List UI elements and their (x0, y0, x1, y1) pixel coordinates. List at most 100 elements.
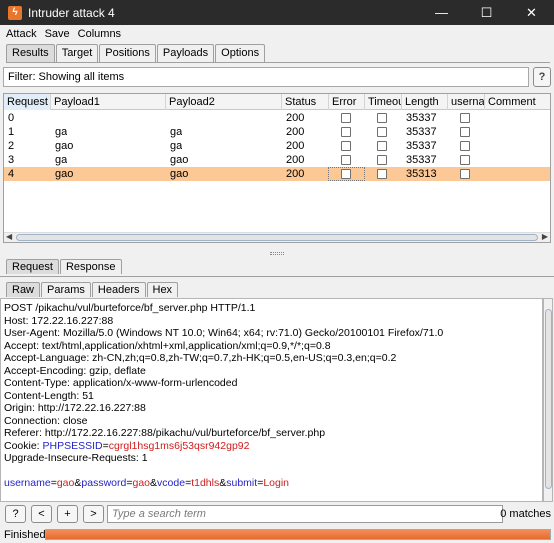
column-length[interactable]: Length (402, 94, 448, 110)
cell-payload2: gao (170, 154, 189, 166)
menu-columns[interactable]: Columns (78, 28, 121, 40)
cell-payload2: gao (170, 168, 189, 180)
column-error[interactable]: Error (329, 94, 365, 110)
timeout-checkbox (377, 113, 387, 123)
cell-payload1: ga (55, 154, 68, 166)
cell-length: 35337 (406, 154, 437, 166)
menu-save[interactable]: Save (45, 28, 70, 40)
cell-status: 200 (286, 112, 305, 124)
body-line: username=gao&password=gao&vcode=t1dhls&s… (4, 477, 290, 489)
tab-positions[interactable]: Positions (99, 44, 156, 62)
request-line: Accept: text/html,application/xhtml+xml,… (4, 339, 331, 352)
cell-payload1: ga (55, 126, 68, 138)
filter-help-button[interactable]: ? (533, 67, 551, 87)
view-tabs: Raw Params Headers Hex (6, 282, 179, 297)
tab-target[interactable]: Target (55, 44, 99, 62)
raw-request-editor[interactable]: POST /pikachu/vul/burteforce/bf_server.p… (0, 298, 543, 502)
scrollbar-thumb[interactable] (545, 309, 552, 489)
table-row[interactable]: 2 gao ga 200 35337 (4, 139, 550, 153)
timeout-checkbox (377, 169, 387, 179)
table-row-selected[interactable]: 4 gao gao 200 35313 (4, 167, 550, 181)
cookie-name: PHPSESSID (42, 439, 103, 452)
error-checkbox (341, 113, 351, 123)
table-header: Request ▲ Payload1 Payload2 Status Error… (4, 94, 550, 110)
cell-payload1 (51, 111, 55, 125)
column-payload1[interactable]: Payload1 (51, 94, 166, 110)
editor-vertical-scrollbar[interactable] (543, 298, 553, 502)
status-text: Finished (4, 529, 46, 541)
cookie-value: cgrgl1hsg1ms6j53qsr942gp92 (108, 439, 250, 452)
error-checkbox (341, 169, 351, 179)
cell-length: 35337 (406, 126, 437, 138)
table-row[interactable]: 0 200 35337 (4, 111, 550, 125)
title-bar: ϟ Intruder attack 4 — ☐ ✕ (0, 0, 554, 25)
username-checkbox (460, 113, 470, 123)
menu-attack[interactable]: Attack (6, 28, 37, 40)
menu-bar: Attack Save Columns (0, 25, 554, 42)
minimize-icon[interactable]: — (419, 0, 464, 25)
scroll-right-icon[interactable]: ▶ (542, 232, 548, 241)
maximize-icon[interactable]: ☐ (464, 0, 509, 25)
username-checkbox (460, 155, 470, 165)
add-button[interactable]: + (57, 505, 78, 523)
column-status[interactable]: Status (282, 94, 329, 110)
error-checkbox (341, 127, 351, 137)
help-button[interactable]: ? (5, 505, 26, 523)
results-table: Request ▲ Payload1 Payload2 Status Error… (3, 93, 551, 243)
column-payload2[interactable]: Payload2 (166, 94, 282, 110)
cell-length: 35337 (406, 140, 437, 152)
filter-bar[interactable]: Filter: Showing all items (3, 67, 529, 87)
column-timeout[interactable]: Timeout (365, 94, 402, 110)
cell-status: 200 (286, 154, 305, 166)
burp-logo-icon: ϟ (8, 5, 22, 20)
status-bar: Finished (0, 528, 554, 543)
request-line: Upgrade-Insecure-Requests: 1 (4, 452, 148, 464)
request-line: Accept-Language: zh-CN,zh;q=0.8,zh-TW;q=… (4, 352, 397, 364)
search-bar: ? < + > 0 matches (3, 505, 551, 525)
cell-payload2 (166, 111, 170, 125)
cell-request: 3 (8, 154, 15, 166)
tab-headers[interactable]: Headers (91, 282, 146, 297)
cell-status: 200 (286, 140, 305, 152)
cell-payload1: gao (55, 140, 74, 152)
error-checkbox (341, 141, 351, 151)
table-row[interactable]: 1 ga ga 200 35337 (4, 125, 550, 139)
cell-length: 35337 (406, 112, 437, 124)
tab-hex[interactable]: Hex (146, 282, 179, 297)
tab-raw[interactable]: Raw (6, 282, 41, 297)
table-row[interactable]: 3 ga gao 200 35337 (4, 153, 550, 167)
search-input[interactable] (107, 505, 503, 523)
tab-divider (0, 276, 554, 277)
table-horizontal-scrollbar[interactable]: ◀ ▶ (4, 232, 550, 242)
tab-params[interactable]: Params (41, 282, 91, 297)
tab-results[interactable]: Results (6, 44, 55, 62)
error-checkbox (341, 155, 351, 165)
tab-request[interactable]: Request (6, 259, 59, 274)
cell-request: 4 (8, 168, 15, 180)
column-username[interactable]: userna... (448, 94, 485, 110)
username-checkbox (460, 169, 470, 179)
cell-request: 1 (8, 126, 15, 138)
tab-divider (6, 62, 550, 63)
close-icon[interactable]: ✕ (509, 0, 554, 25)
tab-payloads[interactable]: Payloads (156, 44, 215, 62)
cell-payload2: ga (170, 140, 183, 152)
request-line: User-Agent: Mozilla/5.0 (Windows NT 10.0… (4, 327, 444, 339)
request-line: Referer: http://172.22.16.227:88/pikachu… (4, 427, 326, 439)
column-comment[interactable]: Comment (485, 94, 550, 110)
timeout-checkbox (377, 127, 387, 137)
column-request[interactable]: Request ▲ (4, 94, 51, 110)
scroll-left-icon[interactable]: ◀ (6, 232, 12, 241)
tab-response[interactable]: Response (59, 259, 122, 274)
tab-options[interactable]: Options (215, 44, 266, 62)
scrollbar-thumb[interactable] (16, 234, 538, 241)
cell-length: 35313 (406, 168, 437, 180)
next-button[interactable]: > (83, 505, 104, 523)
split-pane-grip-icon[interactable] (270, 252, 284, 255)
previous-button[interactable]: < (31, 505, 52, 523)
timeout-checkbox (377, 155, 387, 165)
request-line: Origin: http://172.22.16.227:88 (4, 402, 146, 414)
cell-request: 0 (8, 112, 15, 124)
match-count: 0 matches (500, 508, 551, 520)
